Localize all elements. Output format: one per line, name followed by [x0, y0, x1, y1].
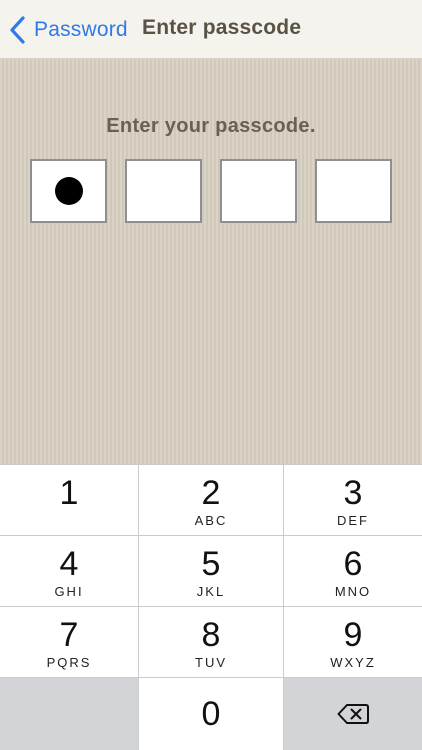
delete-button[interactable] [284, 678, 422, 750]
passcode-digit-box-2[interactable] [125, 159, 202, 223]
key-digit: 5 [201, 545, 221, 583]
key-letters: WXYZ [330, 655, 376, 670]
passcode-prompt: Enter your passcode. [106, 115, 316, 137]
key-digit: 8 [201, 616, 221, 654]
passcode-digit-box-4[interactable] [315, 159, 392, 223]
empty-key [0, 678, 138, 750]
key-letters: DEF [337, 513, 369, 528]
key-digit: 0 [201, 695, 221, 733]
key-digit: 3 [343, 474, 363, 512]
page-title: Enter passcode [142, 16, 302, 39]
key-letters: TUV [195, 655, 227, 670]
passcode-digit-box-1[interactable] [30, 159, 107, 223]
key-digit: 7 [59, 616, 79, 654]
key-4[interactable]: 4 GHI [0, 536, 138, 606]
key-digit: 9 [343, 616, 363, 654]
key-digit: 2 [201, 474, 221, 512]
passcode-digit-box-3[interactable] [220, 159, 297, 223]
key-digit: 6 [343, 545, 363, 583]
key-letters: PQRS [46, 655, 92, 670]
key-9[interactable]: 9 WXYZ [284, 607, 422, 677]
entered-digit-dot [54, 177, 83, 205]
key-3[interactable]: 3 DEF [284, 465, 422, 535]
chevron-left-icon [10, 16, 25, 44]
passcode-panel: Enter your passcode. [0, 59, 422, 464]
key-1[interactable]: 1 [0, 465, 138, 535]
key-letters: MNO [334, 584, 372, 599]
key-7[interactable]: 7 PQRS [0, 607, 138, 677]
back-button-label: Password [34, 18, 128, 41]
key-0[interactable]: 0 [139, 678, 283, 750]
key-digit: 1 [59, 474, 79, 512]
back-button[interactable]: Password [8, 12, 128, 48]
navigation-bar: Password Enter passcode [0, 0, 422, 59]
key-letters: JKL [196, 584, 226, 599]
key-letters: ABC [194, 513, 228, 528]
key-6[interactable]: 6 MNO [284, 536, 422, 606]
key-5[interactable]: 5 JKL [139, 536, 283, 606]
numeric-keypad: 1 2 ABC 3 DEF 4 GHI 5 JKL 6 MNO 7 PQRS 8… [0, 464, 422, 750]
key-8[interactable]: 8 TUV [139, 607, 283, 677]
key-digit: 4 [59, 545, 79, 583]
key-letters: GHI [54, 584, 84, 599]
backspace-icon [337, 704, 369, 724]
key-2[interactable]: 2 ABC [139, 465, 283, 535]
